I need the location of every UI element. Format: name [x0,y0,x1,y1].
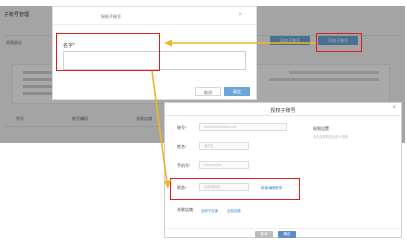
name-field-label: 名字* [63,42,75,49]
position-label: 职务* [177,185,187,191]
name-label-text: 名字 [63,43,74,49]
permission-settings-title: 权限设置 [313,126,329,131]
required-mark: * [189,163,191,168]
large-modal-title: 授权子账号 [270,108,296,114]
phone-input[interactable]: 1xxxxxxxxxx [199,161,249,169]
name-input[interactable] [63,51,246,70]
large-modal: 授权子账号 × 账号* xxxxxxxxxxxxxxxx.com 姓名* 测试名… [164,102,402,238]
large-modal-header: 授权子账号 × [165,103,401,116]
small-modal: 授权子账号 × 名字* 取消 确定 [52,6,257,100]
position-label-text: 职务 [177,185,185,190]
position-select[interactable]: 请选择职务 [199,183,249,191]
ok-button[interactable]: 确定 [278,231,296,238]
edit-position-link[interactable]: 新增/编辑职务 [261,185,282,190]
cancel-button[interactable]: 取消 [255,231,273,238]
ok-button[interactable]: 确定 [224,87,250,96]
all-shops-link[interactable]: 全部店铺 [227,208,241,213]
close-icon[interactable]: × [392,105,396,111]
close-icon[interactable]: × [238,12,242,18]
account-label-text: 账号 [177,125,185,130]
phone-label-text: 手机号 [177,163,189,168]
cancel-button[interactable]: 取消 [195,87,221,96]
account-label: 账号* [177,125,187,131]
name-label: 姓名* [177,144,187,150]
name-label-text: 姓名 [177,144,185,149]
required-mark: * [73,43,75,49]
name-input[interactable]: 测试名 [199,142,249,150]
all-sub-shops-link[interactable]: 全部子店铺 [201,208,218,213]
required-mark: * [185,144,187,149]
small-modal-header: 授权子账号 × [53,7,256,25]
small-modal-title: 授权子账号 [101,14,121,19]
footer-divider [165,228,401,229]
account-input[interactable]: xxxxxxxxxxxxxxxx.com [199,123,287,131]
required-mark: * [185,185,187,190]
required-mark: * [185,125,187,130]
shops-label: 关联店铺 [177,207,193,212]
permission-settings-hint: 请先选择职务后进行设置 [313,135,349,139]
phone-label: 手机号* [177,163,191,169]
